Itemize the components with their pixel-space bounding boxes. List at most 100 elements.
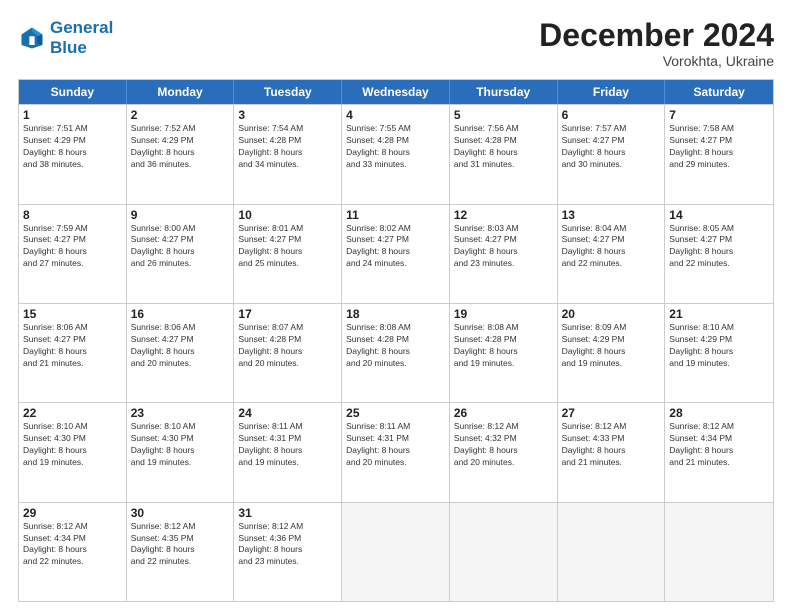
- calendar-body: 1Sunrise: 7:51 AMSunset: 4:29 PMDaylight…: [19, 104, 773, 601]
- day-info: Sunrise: 8:06 AMSunset: 4:27 PMDaylight:…: [23, 322, 122, 370]
- day-number: 5: [454, 108, 553, 122]
- weekday-header-monday: Monday: [127, 80, 235, 104]
- calendar-day-8: 8Sunrise: 7:59 AMSunset: 4:27 PMDaylight…: [19, 205, 127, 303]
- day-number: 10: [238, 208, 337, 222]
- day-info: Sunrise: 7:57 AMSunset: 4:27 PMDaylight:…: [562, 123, 661, 171]
- calendar-day-23: 23Sunrise: 8:10 AMSunset: 4:30 PMDayligh…: [127, 403, 235, 501]
- day-number: 6: [562, 108, 661, 122]
- calendar-day-1: 1Sunrise: 7:51 AMSunset: 4:29 PMDaylight…: [19, 105, 127, 203]
- calendar-day-25: 25Sunrise: 8:11 AMSunset: 4:31 PMDayligh…: [342, 403, 450, 501]
- day-info: Sunrise: 8:12 AMSunset: 4:34 PMDaylight:…: [669, 421, 769, 469]
- logo-icon: [18, 24, 46, 52]
- calendar-day-19: 19Sunrise: 8:08 AMSunset: 4:28 PMDayligh…: [450, 304, 558, 402]
- logo-general: General: [50, 18, 113, 38]
- calendar-day-22: 22Sunrise: 8:10 AMSunset: 4:30 PMDayligh…: [19, 403, 127, 501]
- day-number: 1: [23, 108, 122, 122]
- title-block: December 2024 Vorokhta, Ukraine: [539, 18, 774, 69]
- day-info: Sunrise: 7:52 AMSunset: 4:29 PMDaylight:…: [131, 123, 230, 171]
- day-info: Sunrise: 8:07 AMSunset: 4:28 PMDaylight:…: [238, 322, 337, 370]
- calendar-day-11: 11Sunrise: 8:02 AMSunset: 4:27 PMDayligh…: [342, 205, 450, 303]
- day-number: 27: [562, 406, 661, 420]
- day-info: Sunrise: 8:09 AMSunset: 4:29 PMDaylight:…: [562, 322, 661, 370]
- day-info: Sunrise: 8:10 AMSunset: 4:30 PMDaylight:…: [131, 421, 230, 469]
- day-info: Sunrise: 8:01 AMSunset: 4:27 PMDaylight:…: [238, 223, 337, 271]
- day-info: Sunrise: 7:58 AMSunset: 4:27 PMDaylight:…: [669, 123, 769, 171]
- day-number: 7: [669, 108, 769, 122]
- day-info: Sunrise: 8:10 AMSunset: 4:29 PMDaylight:…: [669, 322, 769, 370]
- calendar-day-17: 17Sunrise: 8:07 AMSunset: 4:28 PMDayligh…: [234, 304, 342, 402]
- calendar: SundayMondayTuesdayWednesdayThursdayFrid…: [18, 79, 774, 602]
- calendar-day-30: 30Sunrise: 8:12 AMSunset: 4:35 PMDayligh…: [127, 503, 235, 601]
- day-number: 15: [23, 307, 122, 321]
- day-info: Sunrise: 8:10 AMSunset: 4:30 PMDaylight:…: [23, 421, 122, 469]
- day-info: Sunrise: 8:11 AMSunset: 4:31 PMDaylight:…: [238, 421, 337, 469]
- day-info: Sunrise: 8:02 AMSunset: 4:27 PMDaylight:…: [346, 223, 445, 271]
- day-info: Sunrise: 8:12 AMSunset: 4:35 PMDaylight:…: [131, 521, 230, 569]
- day-number: 19: [454, 307, 553, 321]
- weekday-header-thursday: Thursday: [450, 80, 558, 104]
- day-info: Sunrise: 7:51 AMSunset: 4:29 PMDaylight:…: [23, 123, 122, 171]
- logo-text: General Blue: [50, 18, 113, 59]
- day-number: 13: [562, 208, 661, 222]
- day-number: 8: [23, 208, 122, 222]
- calendar-day-2: 2Sunrise: 7:52 AMSunset: 4:29 PMDaylight…: [127, 105, 235, 203]
- day-info: Sunrise: 8:11 AMSunset: 4:31 PMDaylight:…: [346, 421, 445, 469]
- day-number: 17: [238, 307, 337, 321]
- day-number: 18: [346, 307, 445, 321]
- calendar-day-empty: [342, 503, 450, 601]
- calendar-day-4: 4Sunrise: 7:55 AMSunset: 4:28 PMDaylight…: [342, 105, 450, 203]
- calendar-week-3: 15Sunrise: 8:06 AMSunset: 4:27 PMDayligh…: [19, 303, 773, 402]
- day-number: 9: [131, 208, 230, 222]
- day-info: Sunrise: 7:54 AMSunset: 4:28 PMDaylight:…: [238, 123, 337, 171]
- day-info: Sunrise: 8:08 AMSunset: 4:28 PMDaylight:…: [454, 322, 553, 370]
- calendar-day-9: 9Sunrise: 8:00 AMSunset: 4:27 PMDaylight…: [127, 205, 235, 303]
- day-number: 12: [454, 208, 553, 222]
- logo-blue-word: Blue: [50, 38, 113, 58]
- calendar-day-14: 14Sunrise: 8:05 AMSunset: 4:27 PMDayligh…: [665, 205, 773, 303]
- day-info: Sunrise: 7:56 AMSunset: 4:28 PMDaylight:…: [454, 123, 553, 171]
- calendar-day-18: 18Sunrise: 8:08 AMSunset: 4:28 PMDayligh…: [342, 304, 450, 402]
- day-number: 31: [238, 506, 337, 520]
- calendar-day-10: 10Sunrise: 8:01 AMSunset: 4:27 PMDayligh…: [234, 205, 342, 303]
- calendar-day-12: 12Sunrise: 8:03 AMSunset: 4:27 PMDayligh…: [450, 205, 558, 303]
- calendar-week-1: 1Sunrise: 7:51 AMSunset: 4:29 PMDaylight…: [19, 104, 773, 203]
- day-number: 29: [23, 506, 122, 520]
- day-info: Sunrise: 7:55 AMSunset: 4:28 PMDaylight:…: [346, 123, 445, 171]
- day-number: 3: [238, 108, 337, 122]
- day-number: 25: [346, 406, 445, 420]
- calendar-day-16: 16Sunrise: 8:06 AMSunset: 4:27 PMDayligh…: [127, 304, 235, 402]
- day-number: 14: [669, 208, 769, 222]
- weekday-header-tuesday: Tuesday: [234, 80, 342, 104]
- calendar-day-3: 3Sunrise: 7:54 AMSunset: 4:28 PMDaylight…: [234, 105, 342, 203]
- day-info: Sunrise: 8:12 AMSunset: 4:33 PMDaylight:…: [562, 421, 661, 469]
- day-info: Sunrise: 8:06 AMSunset: 4:27 PMDaylight:…: [131, 322, 230, 370]
- day-number: 4: [346, 108, 445, 122]
- day-info: Sunrise: 8:12 AMSunset: 4:36 PMDaylight:…: [238, 521, 337, 569]
- header: General Blue December 2024 Vorokhta, Ukr…: [18, 18, 774, 69]
- day-number: 23: [131, 406, 230, 420]
- day-info: Sunrise: 8:00 AMSunset: 4:27 PMDaylight:…: [131, 223, 230, 271]
- calendar-day-28: 28Sunrise: 8:12 AMSunset: 4:34 PMDayligh…: [665, 403, 773, 501]
- day-number: 28: [669, 406, 769, 420]
- day-number: 21: [669, 307, 769, 321]
- calendar-week-2: 8Sunrise: 7:59 AMSunset: 4:27 PMDaylight…: [19, 204, 773, 303]
- day-info: Sunrise: 8:05 AMSunset: 4:27 PMDaylight:…: [669, 223, 769, 271]
- calendar-day-29: 29Sunrise: 8:12 AMSunset: 4:34 PMDayligh…: [19, 503, 127, 601]
- calendar-day-27: 27Sunrise: 8:12 AMSunset: 4:33 PMDayligh…: [558, 403, 666, 501]
- day-number: 26: [454, 406, 553, 420]
- weekday-header-saturday: Saturday: [665, 80, 773, 104]
- calendar-day-20: 20Sunrise: 8:09 AMSunset: 4:29 PMDayligh…: [558, 304, 666, 402]
- calendar-day-24: 24Sunrise: 8:11 AMSunset: 4:31 PMDayligh…: [234, 403, 342, 501]
- calendar-day-empty: [558, 503, 666, 601]
- day-number: 30: [131, 506, 230, 520]
- calendar-week-5: 29Sunrise: 8:12 AMSunset: 4:34 PMDayligh…: [19, 502, 773, 601]
- location: Vorokhta, Ukraine: [539, 53, 774, 69]
- day-number: 11: [346, 208, 445, 222]
- calendar-day-13: 13Sunrise: 8:04 AMSunset: 4:27 PMDayligh…: [558, 205, 666, 303]
- day-info: Sunrise: 8:12 AMSunset: 4:34 PMDaylight:…: [23, 521, 122, 569]
- calendar-day-21: 21Sunrise: 8:10 AMSunset: 4:29 PMDayligh…: [665, 304, 773, 402]
- day-number: 22: [23, 406, 122, 420]
- weekday-header-wednesday: Wednesday: [342, 80, 450, 104]
- calendar-day-5: 5Sunrise: 7:56 AMSunset: 4:28 PMDaylight…: [450, 105, 558, 203]
- calendar-day-31: 31Sunrise: 8:12 AMSunset: 4:36 PMDayligh…: [234, 503, 342, 601]
